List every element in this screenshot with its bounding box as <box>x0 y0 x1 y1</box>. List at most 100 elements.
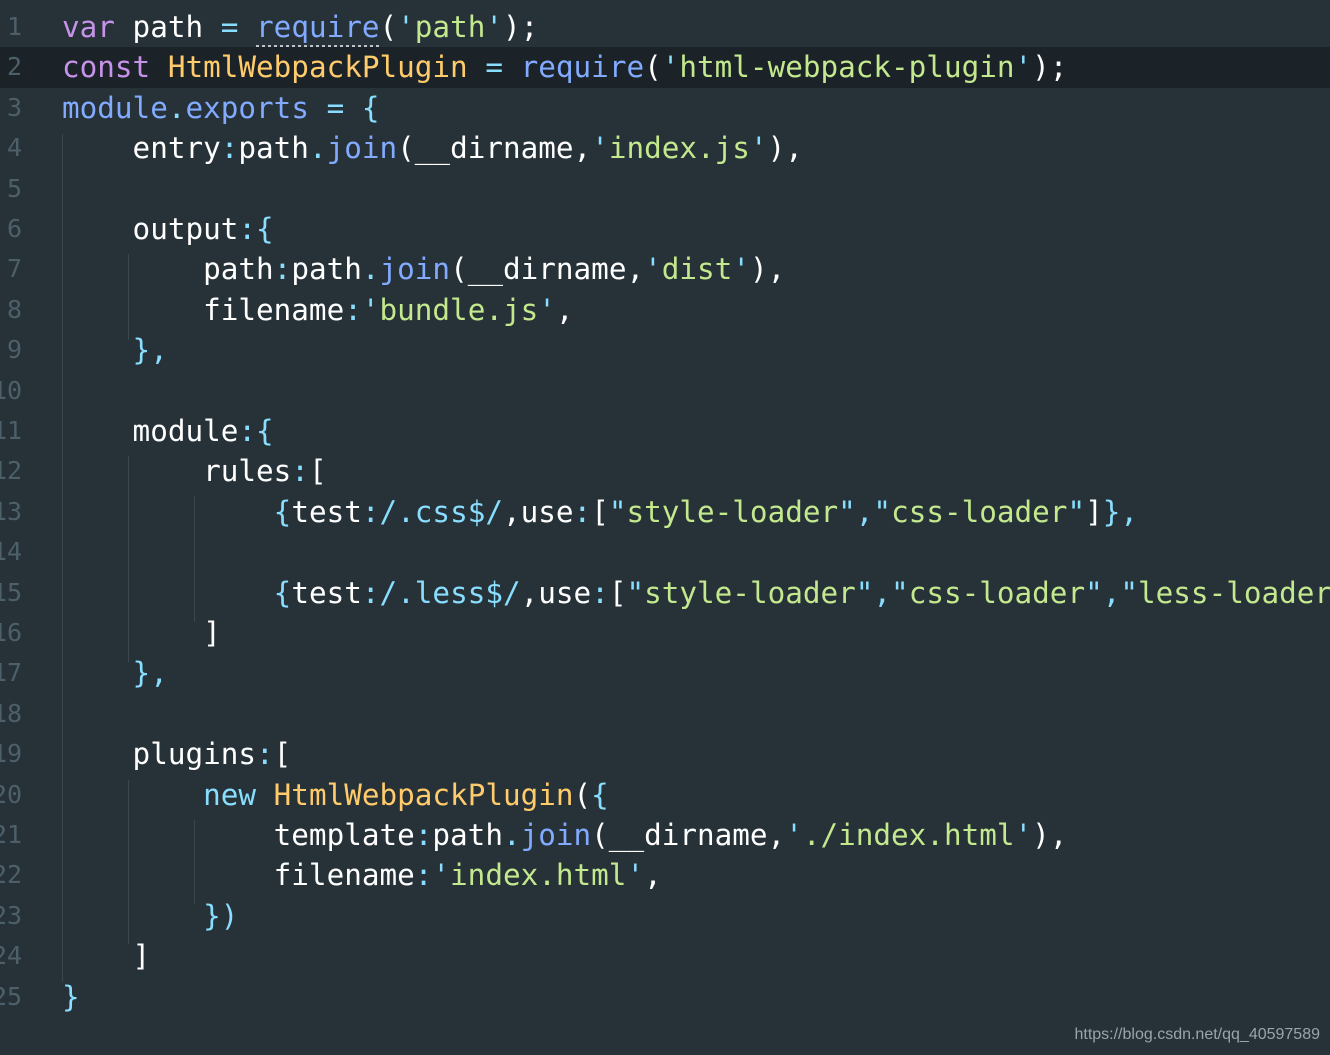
code-line[interactable]: 1 var path = require('path'); <box>0 7 1330 47</box>
code-text[interactable]: ] <box>62 613 221 653</box>
code-token: ,use <box>502 494 574 529</box>
line-number: 20 <box>0 779 23 809</box>
code-token: test <box>291 494 362 529</box>
code-text[interactable]: filename:'index.html', <box>62 855 662 895</box>
code-text[interactable]: var path = require('path'); <box>62 7 538 47</box>
code-text[interactable]: template:path.join(__dirname,'./index.ht… <box>62 815 1068 855</box>
line-number: 25 <box>0 981 23 1011</box>
code-text[interactable]: {test:/.css$/,use:["style-loader","css-l… <box>62 492 1138 532</box>
scrolled-line-fragment: ▔▔▔▔▔▔▔▔ <box>128 0 258 2</box>
code-text[interactable]: ] <box>62 936 151 976</box>
code-text[interactable]: new HtmlWebpackPlugin({ <box>62 775 609 815</box>
code-text[interactable]: entry:path.join(__dirname,'index.js'), <box>62 128 803 168</box>
code-text[interactable]: {test:/.less$/,use:["style-loader","css-… <box>62 573 1330 613</box>
code-token: style-loader <box>626 494 839 529</box>
code-text[interactable]: output:{ <box>62 209 274 249</box>
code-text[interactable]: path:path.join(__dirname,'dist'), <box>62 249 785 289</box>
code-text[interactable]: }) <box>62 896 238 936</box>
code-line[interactable]: 15 {test:/.less$/,use:["style-loader","c… <box>0 573 1330 613</box>
code-line[interactable]: 22 filename:'index.html', <box>0 855 1330 895</box>
code-text[interactable]: filename:'bundle.js', <box>62 290 574 330</box>
code-text[interactable]: }, <box>62 653 168 693</box>
line-number: 23 <box>0 900 23 930</box>
watermark: https://blog.csdn.net/qq_40597589 <box>1074 1026 1320 1043</box>
code-text[interactable]: }, <box>62 330 168 370</box>
code-line[interactable]: 23 }) <box>0 896 1330 936</box>
code-token: ( <box>573 777 592 812</box>
code-text[interactable]: const HtmlWebpackPlugin = require('html-… <box>62 47 1067 87</box>
code-token: ( <box>379 10 398 44</box>
code-line[interactable]: 14 <box>0 532 1330 572</box>
code-token: index.html <box>450 858 627 893</box>
line-number: 18 <box>0 698 23 728</box>
code-token: : <box>591 575 609 610</box>
line-number: 2 <box>6 52 22 82</box>
code-token: "," <box>855 575 909 610</box>
code-token: [ <box>273 737 292 772</box>
code-token: /.less$/ <box>379 575 521 610</box>
code-line[interactable]: 18 <box>0 694 1330 734</box>
code-token: style-loader <box>644 575 856 610</box>
code-line[interactable]: 8 filename:'bundle.js', <box>0 290 1330 330</box>
code-text[interactable]: plugins:[ <box>62 734 292 774</box>
line-number: 12 <box>0 456 23 486</box>
code-token: ' <box>485 10 503 44</box>
code-token: ( <box>644 50 662 85</box>
code-token: path <box>291 252 362 287</box>
code-line[interactable]: 17 }, <box>0 653 1330 693</box>
code-line[interactable]: 12 rules:[ <box>0 451 1330 491</box>
line-number: 11 <box>0 416 23 445</box>
code-line[interactable]: 25} <box>0 977 1330 1017</box>
code-line[interactable]: 20 new HtmlWebpackPlugin({ <box>0 775 1330 815</box>
code-token: dist <box>661 252 733 287</box>
code-token: module <box>62 414 239 448</box>
line-number: 13 <box>0 496 23 526</box>
code-line[interactable]: 19 plugins:[ <box>0 734 1330 774</box>
code-token: : <box>291 454 309 489</box>
code-line[interactable]: 7 path:path.join(__dirname,'dist'), <box>0 249 1330 289</box>
code-text[interactable]: module:{ <box>62 411 274 451</box>
line-number: 24 <box>0 941 23 971</box>
code-line[interactable]: 2 const HtmlWebpackPlugin = require('html… <box>0 47 1330 88</box>
line-number: 9 <box>6 335 22 365</box>
code-token: . <box>308 131 327 166</box>
code-text[interactable]: module.exports = { <box>62 88 380 128</box>
code-line[interactable]: 13 {test:/.css$/,use:["style-loader","cs… <box>0 492 1330 532</box>
code-token: ), <box>1032 818 1068 852</box>
line-number: 4 <box>6 133 22 163</box>
code-line[interactable]: 11 module:{ <box>0 411 1330 451</box>
code-line[interactable]: 6 output:{ <box>0 209 1330 249</box>
code-line[interactable]: 21 template:path.join(__dirname,'./index… <box>0 815 1330 855</box>
code-line[interactable]: 5 <box>0 169 1330 209</box>
code-token: ' <box>732 252 750 287</box>
code-line[interactable]: 16 ] <box>0 613 1330 653</box>
code-token: filename <box>62 858 415 893</box>
code-token: ' <box>749 131 768 166</box>
code-token: bundle.js <box>379 292 539 327</box>
code-token: , <box>555 292 574 327</box>
code-token: ] <box>1085 494 1103 529</box>
code-token: ' <box>661 50 680 85</box>
code-token: }) <box>203 898 239 933</box>
code-line[interactable]: 10 <box>0 371 1330 411</box>
code-token: new <box>203 777 257 812</box>
code-text[interactable]: } <box>62 977 80 1017</box>
code-token: . <box>361 252 380 287</box>
code-token: path <box>238 131 309 166</box>
line-number: 19 <box>0 739 23 769</box>
line-number: 16 <box>0 618 23 647</box>
code-line[interactable]: 9 }, <box>0 330 1330 370</box>
code-line[interactable]: 4 entry:path.join(__dirname,'index.js'), <box>0 128 1330 168</box>
code-line[interactable]: 3 module.exports = { <box>0 88 1330 128</box>
code-token: join <box>520 818 592 852</box>
code-token: " <box>1067 494 1086 529</box>
code-text[interactable]: rules:[ <box>62 451 326 491</box>
code-token: join <box>379 252 451 287</box>
code-editor[interactable]: ▔▔▔▔▔▔▔▔ 1var path = require('path');2co… <box>0 0 1330 1055</box>
code-line[interactable]: 24 ] <box>0 936 1330 976</box>
